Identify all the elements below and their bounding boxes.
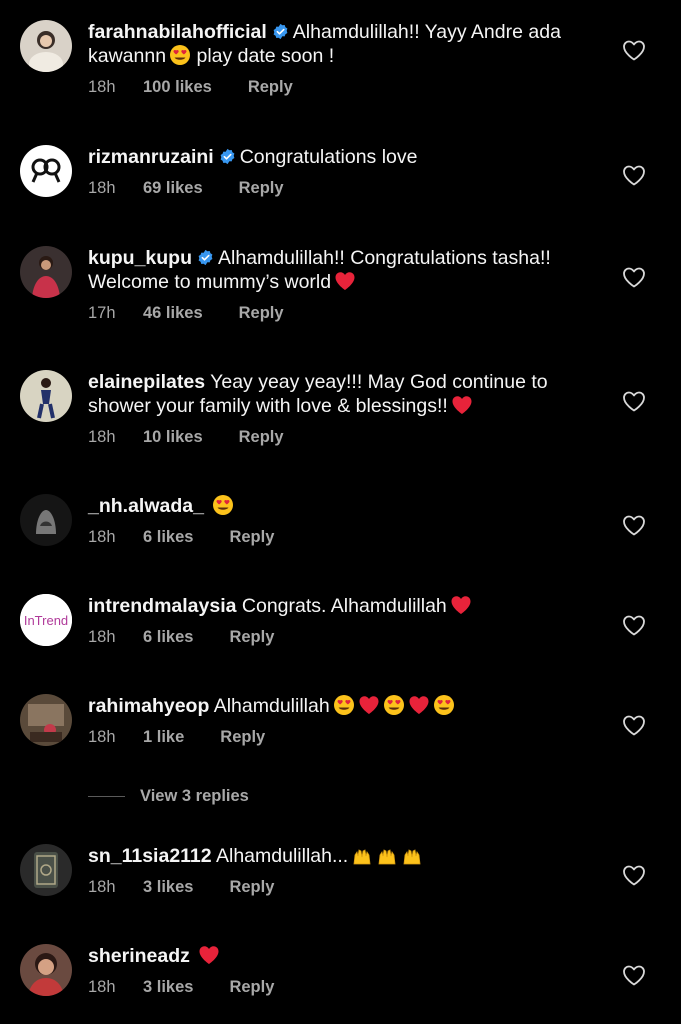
heart-eyes-emoji-icon: [333, 694, 355, 716]
username[interactable]: farahnabilahofficial: [88, 21, 267, 43]
raising-hands-emoji-icon: [401, 844, 423, 866]
comment-time: 18h: [88, 978, 116, 996]
reply-button[interactable]: Reply: [229, 978, 274, 997]
comment-time: 18h: [88, 878, 116, 896]
red-heart-emoji-icon: [334, 270, 356, 292]
comment-likes[interactable]: 6 likes: [143, 628, 193, 647]
comments-list: farahnabilahofficial Alhamdulillah!! Yayy…: [0, 0, 681, 1024]
comment-time: 17h: [88, 304, 116, 322]
red-heart-emoji-icon: [408, 694, 430, 716]
like-heart-icon[interactable]: [622, 614, 646, 636]
comment-text: rizmanruzaini Congratulations love: [88, 145, 600, 169]
like-heart-icon[interactable]: [622, 714, 646, 736]
comment-body: Alhamdulillah: [213, 695, 330, 717]
comment-time: 18h: [88, 179, 116, 197]
comment-likes[interactable]: 69 likes: [143, 179, 203, 198]
view-replies-button[interactable]: View 3 replies: [88, 786, 249, 806]
heart-eyes-emoji-icon: [383, 694, 405, 716]
reply-button[interactable]: Reply: [229, 878, 274, 897]
comment-text: _nh.alwada_: [88, 494, 600, 518]
like-heart-icon[interactable]: [622, 390, 646, 412]
comment-time: 18h: [88, 628, 116, 646]
comment-meta: 18h 10 likes Reply: [88, 428, 600, 447]
avatar[interactable]: [20, 694, 72, 746]
username[interactable]: elainepilates: [88, 371, 205, 393]
raising-hands-emoji-icon: [351, 844, 373, 866]
comment-meta: 18h 3 likes Reply: [88, 978, 600, 997]
like-heart-icon[interactable]: [622, 164, 646, 186]
like-heart-icon[interactable]: [622, 39, 646, 61]
heart-eyes-emoji-icon: [212, 494, 234, 516]
avatar-logo-text: InTrend: [24, 613, 68, 628]
comment-body: Congratulations love: [239, 146, 418, 168]
reply-button[interactable]: Reply: [239, 179, 284, 198]
username[interactable]: intrendmalaysia: [88, 595, 236, 617]
comment-meta: 18h 100 likes Reply: [88, 78, 600, 97]
comment-meta: 17h 46 likes Reply: [88, 304, 600, 323]
raising-hands-emoji-icon: [376, 844, 398, 866]
comment-body-tail: play date soon !: [191, 45, 335, 67]
comment-time: 18h: [88, 428, 116, 446]
like-heart-icon[interactable]: [622, 964, 646, 986]
reply-button[interactable]: Reply: [248, 78, 293, 97]
avatar[interactable]: [20, 145, 72, 197]
comment-likes[interactable]: 3 likes: [143, 978, 193, 997]
comment-text: rahimahyeop Alhamdulillah: [88, 694, 600, 718]
comment-text: kupu_kupu Alhamdulillah!! Congratulations…: [88, 246, 600, 294]
username[interactable]: kupu_kupu: [88, 247, 192, 269]
view-replies-label: View 3 replies: [140, 786, 249, 805]
comment-time: 18h: [88, 728, 116, 746]
comment-likes[interactable]: 6 likes: [143, 528, 193, 547]
comment-time: 18h: [88, 78, 116, 96]
verified-badge-icon: [219, 148, 236, 165]
avatar[interactable]: [20, 944, 72, 996]
avatar[interactable]: [20, 370, 72, 422]
verified-badge-icon: [272, 23, 289, 40]
comment-likes[interactable]: 3 likes: [143, 878, 193, 897]
red-heart-emoji-icon: [450, 594, 472, 616]
heart-eyes-emoji-icon: [433, 694, 455, 716]
avatar[interactable]: [20, 246, 72, 298]
comment-meta: 18h 3 likes Reply: [88, 878, 600, 897]
like-heart-icon[interactable]: [622, 514, 646, 536]
avatar[interactable]: [20, 20, 72, 72]
comment-body: Alhamdulillah...: [215, 845, 349, 867]
comment-text: sn_11sia2112 Alhamdulillah...: [88, 844, 600, 868]
reply-button[interactable]: Reply: [229, 528, 274, 547]
username[interactable]: _nh.alwada_: [88, 495, 204, 517]
comment-likes[interactable]: 10 likes: [143, 428, 203, 447]
comment-likes[interactable]: 1 like: [143, 728, 184, 747]
avatar[interactable]: [20, 844, 72, 896]
comment-text: intrendmalaysia Congrats. Alhamdulillah: [88, 594, 600, 618]
username[interactable]: rizmanruzaini: [88, 146, 214, 168]
like-heart-icon[interactable]: [622, 864, 646, 886]
avatar[interactable]: InTrend: [20, 594, 72, 646]
red-heart-emoji-icon: [198, 944, 220, 966]
comment-meta: 18h 69 likes Reply: [88, 179, 600, 198]
comment-text: elainepilates Yeay yeay yeay!!! May God …: [88, 370, 600, 418]
comment-likes[interactable]: 100 likes: [143, 78, 212, 97]
heart-eyes-emoji-icon: [169, 44, 191, 66]
verified-badge-icon: [197, 249, 214, 266]
reply-button[interactable]: Reply: [229, 628, 274, 647]
comment-time: 18h: [88, 528, 116, 546]
username[interactable]: sn_11sia2112: [88, 845, 212, 867]
comment-meta: 18h 1 like Reply: [88, 728, 600, 747]
comment-text: farahnabilahofficial Alhamdulillah!! Yayy…: [88, 20, 600, 68]
view-replies-divider: [88, 795, 125, 797]
red-heart-emoji-icon: [451, 394, 473, 416]
reply-button[interactable]: Reply: [220, 728, 265, 747]
like-heart-icon[interactable]: [622, 266, 646, 288]
comment-text: sherineadz: [88, 944, 600, 968]
comment-meta: 18h 6 likes Reply: [88, 628, 600, 647]
comment-body: Congrats. Alhamdulillah: [241, 595, 447, 617]
red-heart-emoji-icon: [358, 694, 380, 716]
avatar[interactable]: [20, 494, 72, 546]
username[interactable]: sherineadz: [88, 945, 190, 967]
comment-meta: 18h 6 likes Reply: [88, 528, 600, 547]
comment-likes[interactable]: 46 likes: [143, 304, 203, 323]
reply-button[interactable]: Reply: [239, 428, 284, 447]
username[interactable]: rahimahyeop: [88, 695, 209, 717]
reply-button[interactable]: Reply: [239, 304, 284, 323]
